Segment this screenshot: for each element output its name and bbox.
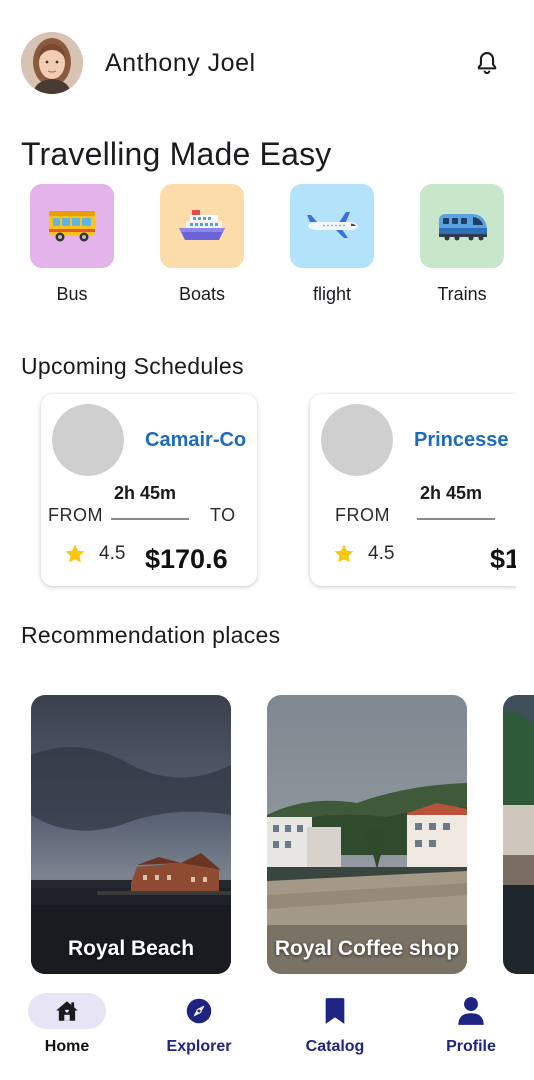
recommendations-title: Recommendation places [21,622,281,648]
person-icon [458,997,484,1025]
trip-duration: 2h 45m [420,483,483,503]
place-name: Royal Coffee shop [274,937,460,960]
category-tile[interactable] [160,184,244,268]
operator-name: Princesse [414,429,509,451]
category-tile[interactable] [30,184,114,268]
place-image [503,695,534,974]
home-icon [56,1001,78,1021]
nav-label: Home [44,1038,90,1055]
category-label: flight [312,284,352,304]
star-icon [65,544,85,563]
user-avatar-icon [21,32,83,94]
rating-value: 4.5 [99,543,126,564]
train-icon [439,214,487,241]
schedules-title: Upcoming Schedules [21,353,244,379]
bell-icon [477,52,497,75]
operator-logo [52,404,124,476]
bottom-nav: Home Explorer Catalog Profile [0,983,534,1080]
category-bus[interactable]: Bus [30,184,114,305]
nav-icon-container[interactable] [296,993,374,1029]
schedule-list: Camair-Co 2h 45m FROM TO 4.5 $170.6 Prin… [0,392,516,592]
rating-value: 4.5 [368,543,395,564]
nav-label: Catalog [305,1038,365,1055]
category-label: Boats [178,284,226,304]
category-label: Bus [56,284,88,304]
to-label: TO [210,505,236,525]
category-label: Trains [437,284,487,304]
nav-active-indicator[interactable] [28,993,106,1029]
price: $170.6 [145,544,228,574]
place-card[interactable]: Royal Beach [31,695,231,974]
category-tile[interactable] [420,184,504,268]
compass-icon [186,998,212,1024]
nav-catalog[interactable]: Catalog [268,983,402,1056]
place-card[interactable]: Royal Coffee shop [267,695,467,974]
from-label: FROM [335,505,390,525]
trip-duration: 2h 45m [114,483,177,503]
nav-profile[interactable]: Profile [404,983,534,1056]
place-image [31,695,231,974]
category-tile[interactable] [290,184,374,268]
page-title: Travelling Made Easy [21,136,332,172]
category-trains[interactable]: Trains [420,184,504,305]
bus-icon [49,211,95,242]
avatar[interactable] [21,32,83,94]
operator-name: Camair-Co [145,429,247,451]
place-list: Royal Beach Royal Coffee shop [0,694,534,976]
header: Anthony Joel [0,0,534,125]
nav-label: Profile [446,1038,496,1055]
schedule-card[interactable]: Princesse 2h 45m FROM 4.5 $1 [310,394,516,586]
nav-icon-container[interactable] [432,993,510,1029]
nav-icon-container[interactable] [160,993,238,1029]
place-image [267,695,467,974]
category-flight[interactable]: flight [290,184,374,305]
place-name: Royal Beach [67,937,195,960]
route-line [417,518,495,520]
airplane-icon [307,212,358,238]
nav-explorer[interactable]: Explorer [132,983,266,1056]
star-icon [334,544,354,563]
price: $1 [490,544,516,574]
place-card[interactable] [503,695,534,974]
operator-logo [321,404,393,476]
route-line [111,518,189,520]
category-boats[interactable]: Boats [160,184,244,305]
schedule-card[interactable]: Camair-Co 2h 45m FROM TO 4.5 $170.6 [41,394,257,586]
category-list: Bus Boats flight Trains [0,184,534,309]
bookmark-icon [325,998,345,1024]
ship-icon [179,210,225,240]
nav-label: Explorer [166,1038,232,1055]
from-label: FROM [48,505,103,525]
nav-home[interactable]: Home [0,983,134,1056]
user-name: Anthony Joel [105,49,256,77]
notification-button[interactable] [470,46,504,80]
